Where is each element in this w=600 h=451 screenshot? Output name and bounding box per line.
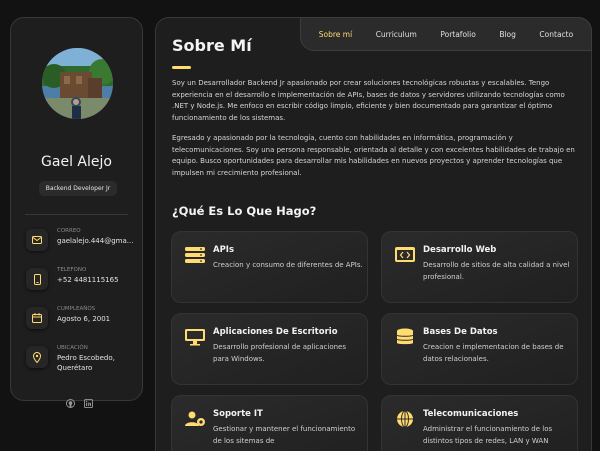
services-title: ¿Qué Es Lo Que Hago? <box>172 204 317 218</box>
page-title: Sobre Mí <box>172 36 252 55</box>
service-card-web: Desarrollo Web Desarrollo de sitios de a… <box>381 231 578 303</box>
service-card-databases: Bases De Datos Creacion e implementacion… <box>381 313 578 385</box>
code-window-icon <box>394 246 416 264</box>
profile-name: Gael Alejo <box>41 154 112 170</box>
email-link[interactable]: gaelalejo.444@gma... <box>57 236 141 246</box>
contact-label: CUMPLEAÑOS <box>57 306 96 312</box>
service-title: Desarrollo Web <box>423 245 497 255</box>
social-links <box>66 393 93 412</box>
service-title: Aplicaciones De Escritorio <box>213 327 338 337</box>
service-text: Creacion y consumo de diferentes de APIs… <box>213 261 363 269</box>
location-pin-icon <box>26 346 48 368</box>
linkedin-icon[interactable] <box>84 393 93 412</box>
service-text: Desarrollo de sitios de alta calidad a n… <box>423 261 570 281</box>
service-title: Soporte IT <box>213 409 263 419</box>
service-text: Desarrollo profesional de aplicaciones p… <box>213 343 346 363</box>
title-underline <box>172 66 191 69</box>
globe-icon <box>394 410 416 428</box>
service-title: APIs <box>213 245 235 255</box>
nav-item-portafolio[interactable]: Portafolio <box>440 30 475 39</box>
monitor-icon <box>184 328 206 346</box>
avatar <box>42 48 113 119</box>
nav-item-curriculum[interactable]: Curriculum <box>376 30 417 39</box>
phone-icon <box>26 268 48 290</box>
service-card-it-support: Soporte IT Gestionar y mantener el funci… <box>171 395 368 451</box>
sidebar-divider <box>25 214 128 215</box>
service-title: Telecomunicaciones <box>423 409 519 419</box>
role-badge: Backend Developer Jr <box>39 181 117 196</box>
main-content: Sobre mí Curriculum Portafolio Blog Cont… <box>155 17 592 451</box>
service-title: Bases De Datos <box>423 327 498 337</box>
users-gear-icon <box>184 410 206 428</box>
nav-item-contacto[interactable]: Contacto <box>539 30 573 39</box>
nav-item-blog[interactable]: Blog <box>499 30 516 39</box>
nav-item-sobre-mi[interactable]: Sobre mí <box>319 30 352 39</box>
contact-label: TELEFONO <box>57 267 87 273</box>
github-icon[interactable] <box>66 393 75 412</box>
mail-icon <box>26 229 48 251</box>
service-card-desktop: Aplicaciones De Escritorio Desarrollo pr… <box>171 313 368 385</box>
phone-link[interactable]: +52 4481115165 <box>57 275 141 285</box>
service-card-apis: APIs Creacion y consumo de diferentes de… <box>171 231 368 303</box>
service-text: Gestionar y mantener el funcionamiento d… <box>213 425 356 445</box>
about-paragraph-2: Egresado y apasionado por la tecnología,… <box>172 134 575 177</box>
profile-sidebar: Gael Alejo Backend Developer Jr CORREO g… <box>10 17 143 408</box>
location-value: Pedro Escobedo, Querétaro <box>57 353 141 373</box>
service-card-telecom: Telecomunicaciones Administrar el funcio… <box>381 395 578 451</box>
location-line-1: Pedro Escobedo, <box>57 354 115 362</box>
stack-icon <box>184 246 206 264</box>
contact-label: UBICACIÓN <box>57 345 88 351</box>
calendar-icon <box>26 307 48 329</box>
birthday-value: Agosto 6, 2001 <box>57 315 111 323</box>
contact-label: CORREO <box>57 228 81 234</box>
about-paragraph-1: Soy un Desarrollador Backend Jr apasiona… <box>172 79 565 122</box>
location-line-2: Querétaro <box>57 364 93 372</box>
navbar: Sobre mí Curriculum Portafolio Blog Cont… <box>300 17 592 51</box>
database-icon <box>394 328 416 346</box>
service-text: Creacion e implementacion de bases de da… <box>423 343 564 363</box>
service-text: Administrar el funcionamiento de los dis… <box>423 425 553 445</box>
